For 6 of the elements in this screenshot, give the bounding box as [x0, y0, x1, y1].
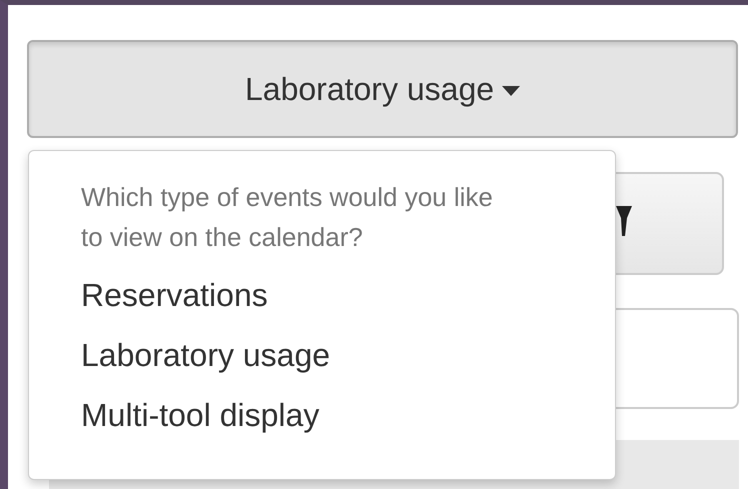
menu-item[interactable]: Reservations: [81, 265, 595, 325]
menu-item[interactable]: Multi-tool display: [81, 385, 595, 445]
caret-icon: [502, 86, 520, 96]
menu-header: Which type of events would you like to view on the calendar?: [81, 181, 494, 254]
event-type-dropdown-button[interactable]: Laboratory usage: [27, 40, 738, 138]
menu-item[interactable]: Laboratory usage: [81, 325, 595, 385]
